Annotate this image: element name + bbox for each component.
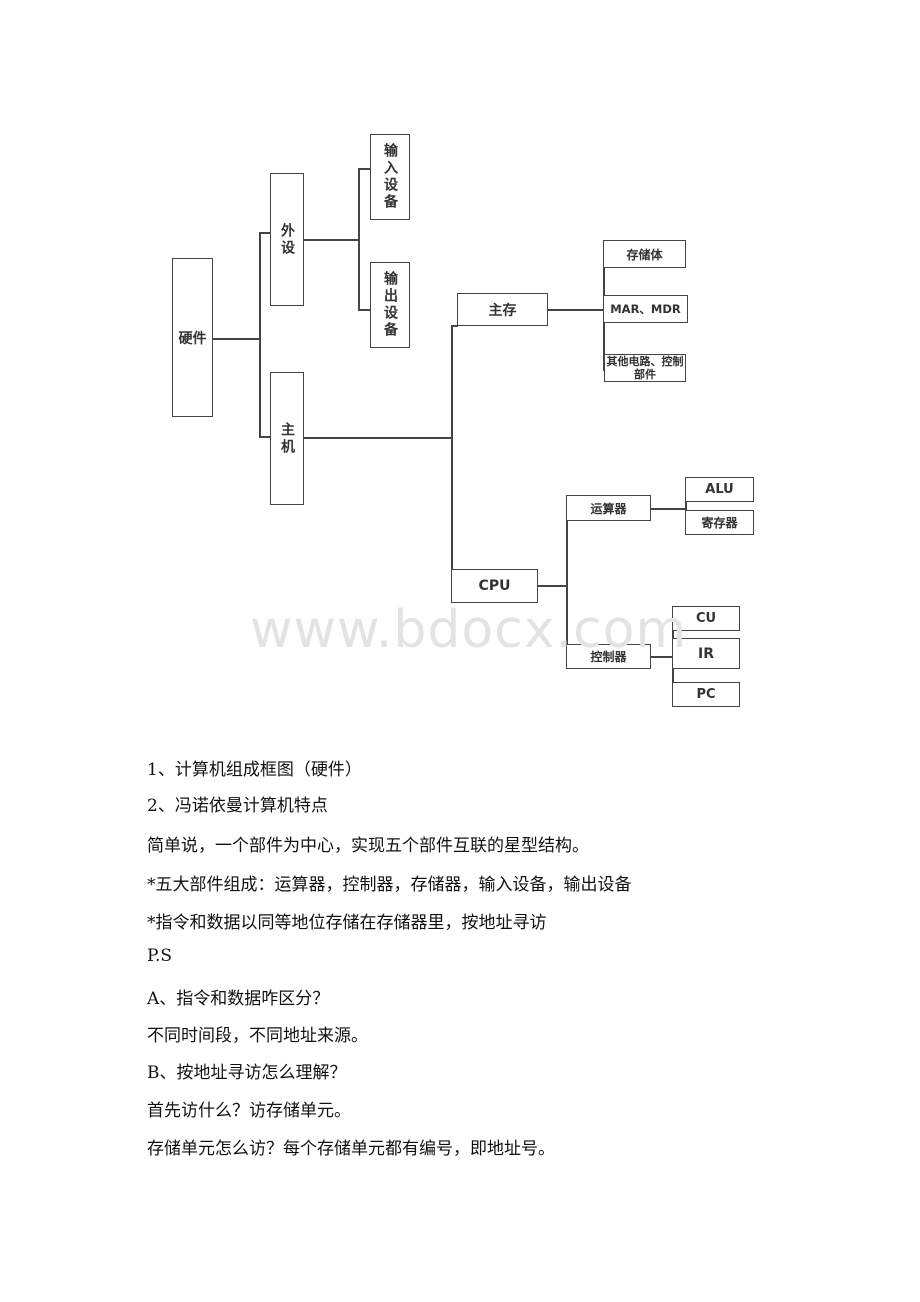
cu-box: CU bbox=[672, 606, 740, 631]
host-label: 主机 bbox=[279, 421, 295, 456]
text-line: 简单说，一个部件为中心，实现五个部件互联的星型结构。 bbox=[147, 836, 589, 856]
other-circuits-label: 其他电路、控制部件 bbox=[606, 355, 684, 381]
connector bbox=[566, 509, 568, 659]
text-line: A、指令和数据咋区分？ bbox=[147, 989, 330, 1009]
hardware-box: 硬件 bbox=[172, 258, 213, 417]
alu-box: ALU bbox=[685, 477, 754, 502]
register-label: 寄存器 bbox=[701, 516, 738, 530]
connector bbox=[259, 232, 261, 436]
storage-body-label: 存储体 bbox=[626, 247, 663, 262]
pc-label: PC bbox=[696, 687, 716, 702]
register-box: 寄存器 bbox=[685, 510, 754, 535]
other-circuits-box: 其他电路、控制部件 bbox=[604, 354, 686, 382]
hardware-label: 硬件 bbox=[178, 330, 207, 347]
connector bbox=[537, 585, 567, 587]
peripheral-label: 外设 bbox=[279, 222, 295, 257]
host-box: 主机 bbox=[270, 372, 304, 505]
text-line: 不同时间段，不同地址来源。 bbox=[147, 1026, 368, 1046]
connector bbox=[358, 168, 370, 170]
connector bbox=[212, 338, 260, 340]
output-device-label: 输出设备 bbox=[382, 271, 398, 339]
input-device-box: 输入设备 bbox=[370, 134, 410, 220]
arithmetic-unit-box: 运算器 bbox=[566, 495, 651, 521]
text-line: P.S bbox=[147, 946, 173, 966]
cu-label: CU bbox=[695, 611, 717, 626]
ir-box: IR bbox=[672, 638, 740, 669]
controller-box: 控制器 bbox=[566, 644, 651, 669]
main-memory-label: 主存 bbox=[488, 302, 517, 319]
cpu-box: CPU bbox=[451, 569, 538, 603]
text-line: *指令和数据以同等地位存储在存储器里，按地址寻访 bbox=[147, 913, 547, 933]
pc-box: PC bbox=[672, 682, 740, 707]
text-line: 首先访什么？访存储单元。 bbox=[147, 1101, 351, 1121]
main-memory-box: 主存 bbox=[457, 293, 548, 326]
ir-label: IR bbox=[698, 645, 714, 662]
mar-mdr-label: MAR、MDR bbox=[610, 302, 681, 316]
connector bbox=[547, 309, 604, 311]
connector bbox=[303, 239, 359, 241]
connector bbox=[358, 309, 370, 311]
text-line: *五大部件组成：运算器，控制器，存储器，输入设备，输出设备 bbox=[147, 875, 632, 895]
connector bbox=[650, 656, 673, 658]
text-line: 1、计算机组成框图（硬件） bbox=[147, 760, 362, 780]
mar-mdr-box: MAR、MDR bbox=[603, 295, 688, 323]
connector bbox=[303, 437, 452, 439]
output-device-box: 输出设备 bbox=[370, 262, 410, 348]
connector bbox=[451, 325, 453, 570]
alu-label: ALU bbox=[705, 482, 734, 497]
storage-body-box: 存储体 bbox=[603, 240, 686, 268]
text-line: B、按地址寻访怎么理解？ bbox=[147, 1063, 347, 1083]
text-line: 2、冯诺依曼计算机特点 bbox=[147, 796, 328, 816]
connector bbox=[358, 168, 360, 310]
cpu-label: CPU bbox=[478, 578, 511, 594]
hardware-block-diagram: 硬件 外设 输入设备 输出设备 主机 主存 存储体 MAR、MDR 其他电路、控… bbox=[0, 0, 920, 720]
arithmetic-unit-label: 运算器 bbox=[590, 501, 627, 516]
text-line: 存储单元怎么访？每个存储单元都有编号，即地址号。 bbox=[147, 1139, 555, 1159]
controller-label: 控制器 bbox=[590, 650, 627, 664]
peripheral-box: 外设 bbox=[270, 173, 304, 306]
input-device-label: 输入设备 bbox=[382, 143, 398, 211]
connector bbox=[650, 508, 686, 510]
